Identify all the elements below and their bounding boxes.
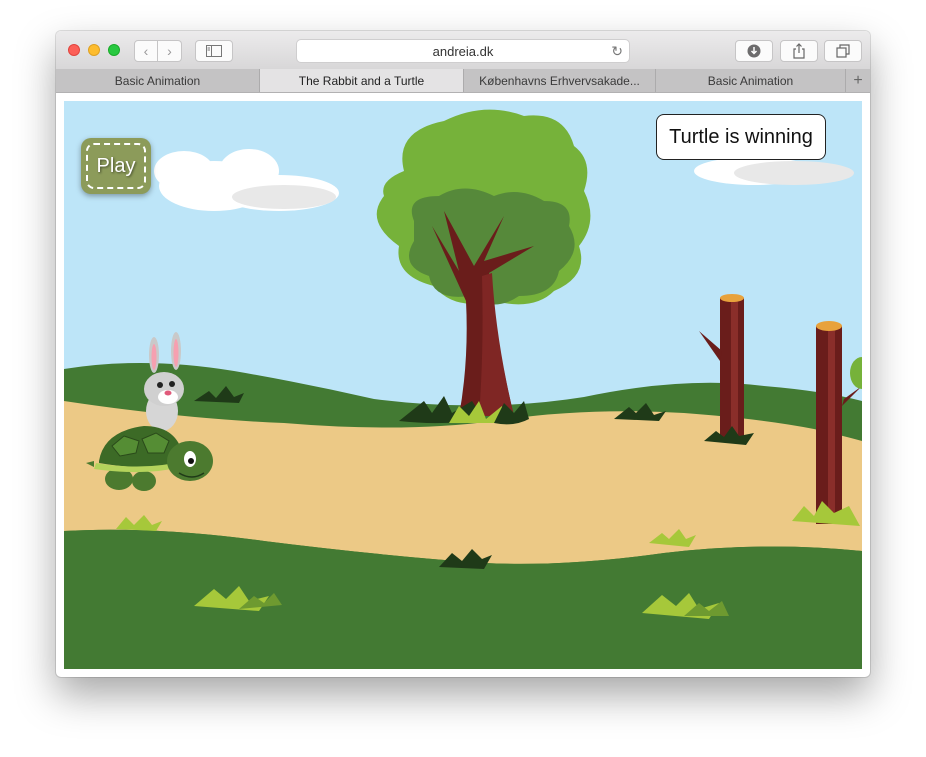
plus-icon: + xyxy=(853,71,863,89)
tab-label: Københavns Erhvervsakade... xyxy=(479,73,640,88)
race-status-box: Turtle is winning xyxy=(656,114,826,160)
url-text: andreia.dk xyxy=(432,43,494,59)
sidebar-toggle-button[interactable] xyxy=(195,40,233,62)
play-button[interactable]: Play xyxy=(81,138,151,194)
download-icon xyxy=(747,44,761,58)
reload-icon[interactable]: ↻ xyxy=(611,43,623,60)
new-tab-button[interactable]: + xyxy=(846,69,870,92)
maximize-window-button[interactable] xyxy=(108,44,120,56)
tab-label: Basic Animation xyxy=(707,73,794,88)
back-button[interactable]: ‹ xyxy=(134,40,158,62)
close-window-button[interactable] xyxy=(68,44,80,56)
tab-basic-animation-2[interactable]: Basic Animation xyxy=(656,69,846,92)
browser-window: ‹ › andreia.dk ↻ Basic Animation The Rab… xyxy=(56,31,870,677)
tab-rabbit-and-turtle[interactable]: The Rabbit and a Turtle xyxy=(260,69,464,92)
play-button-label: Play xyxy=(96,154,136,177)
title-bar: ‹ › andreia.dk ↻ xyxy=(56,31,870,70)
downloads-button[interactable] xyxy=(735,40,773,62)
race-scene xyxy=(64,101,862,669)
game-stage: Play Turtle is winning xyxy=(64,101,862,669)
tab-bar: Basic Animation The Rabbit and a Turtle … xyxy=(56,69,870,93)
tab-label: Basic Animation xyxy=(114,73,201,88)
forward-button[interactable]: › xyxy=(158,40,182,62)
chevron-right-icon: › xyxy=(167,43,172,59)
minimize-window-button[interactable] xyxy=(88,44,100,56)
share-button[interactable] xyxy=(780,40,818,62)
tab-label: The Rabbit and a Turtle xyxy=(298,73,425,88)
tabs-overview-icon xyxy=(836,44,850,58)
tab-basic-animation-1[interactable]: Basic Animation xyxy=(56,69,260,92)
sidebar-icon xyxy=(206,45,222,57)
show-tabs-button[interactable] xyxy=(824,40,862,62)
race-status-text: Turtle is winning xyxy=(669,125,813,148)
address-bar[interactable]: andreia.dk ↻ xyxy=(296,39,630,63)
tab-kobenhavns-erhvervsakademi[interactable]: Københavns Erhvervsakade... xyxy=(464,69,656,92)
chevron-left-icon: ‹ xyxy=(143,43,149,59)
share-icon xyxy=(793,43,805,59)
